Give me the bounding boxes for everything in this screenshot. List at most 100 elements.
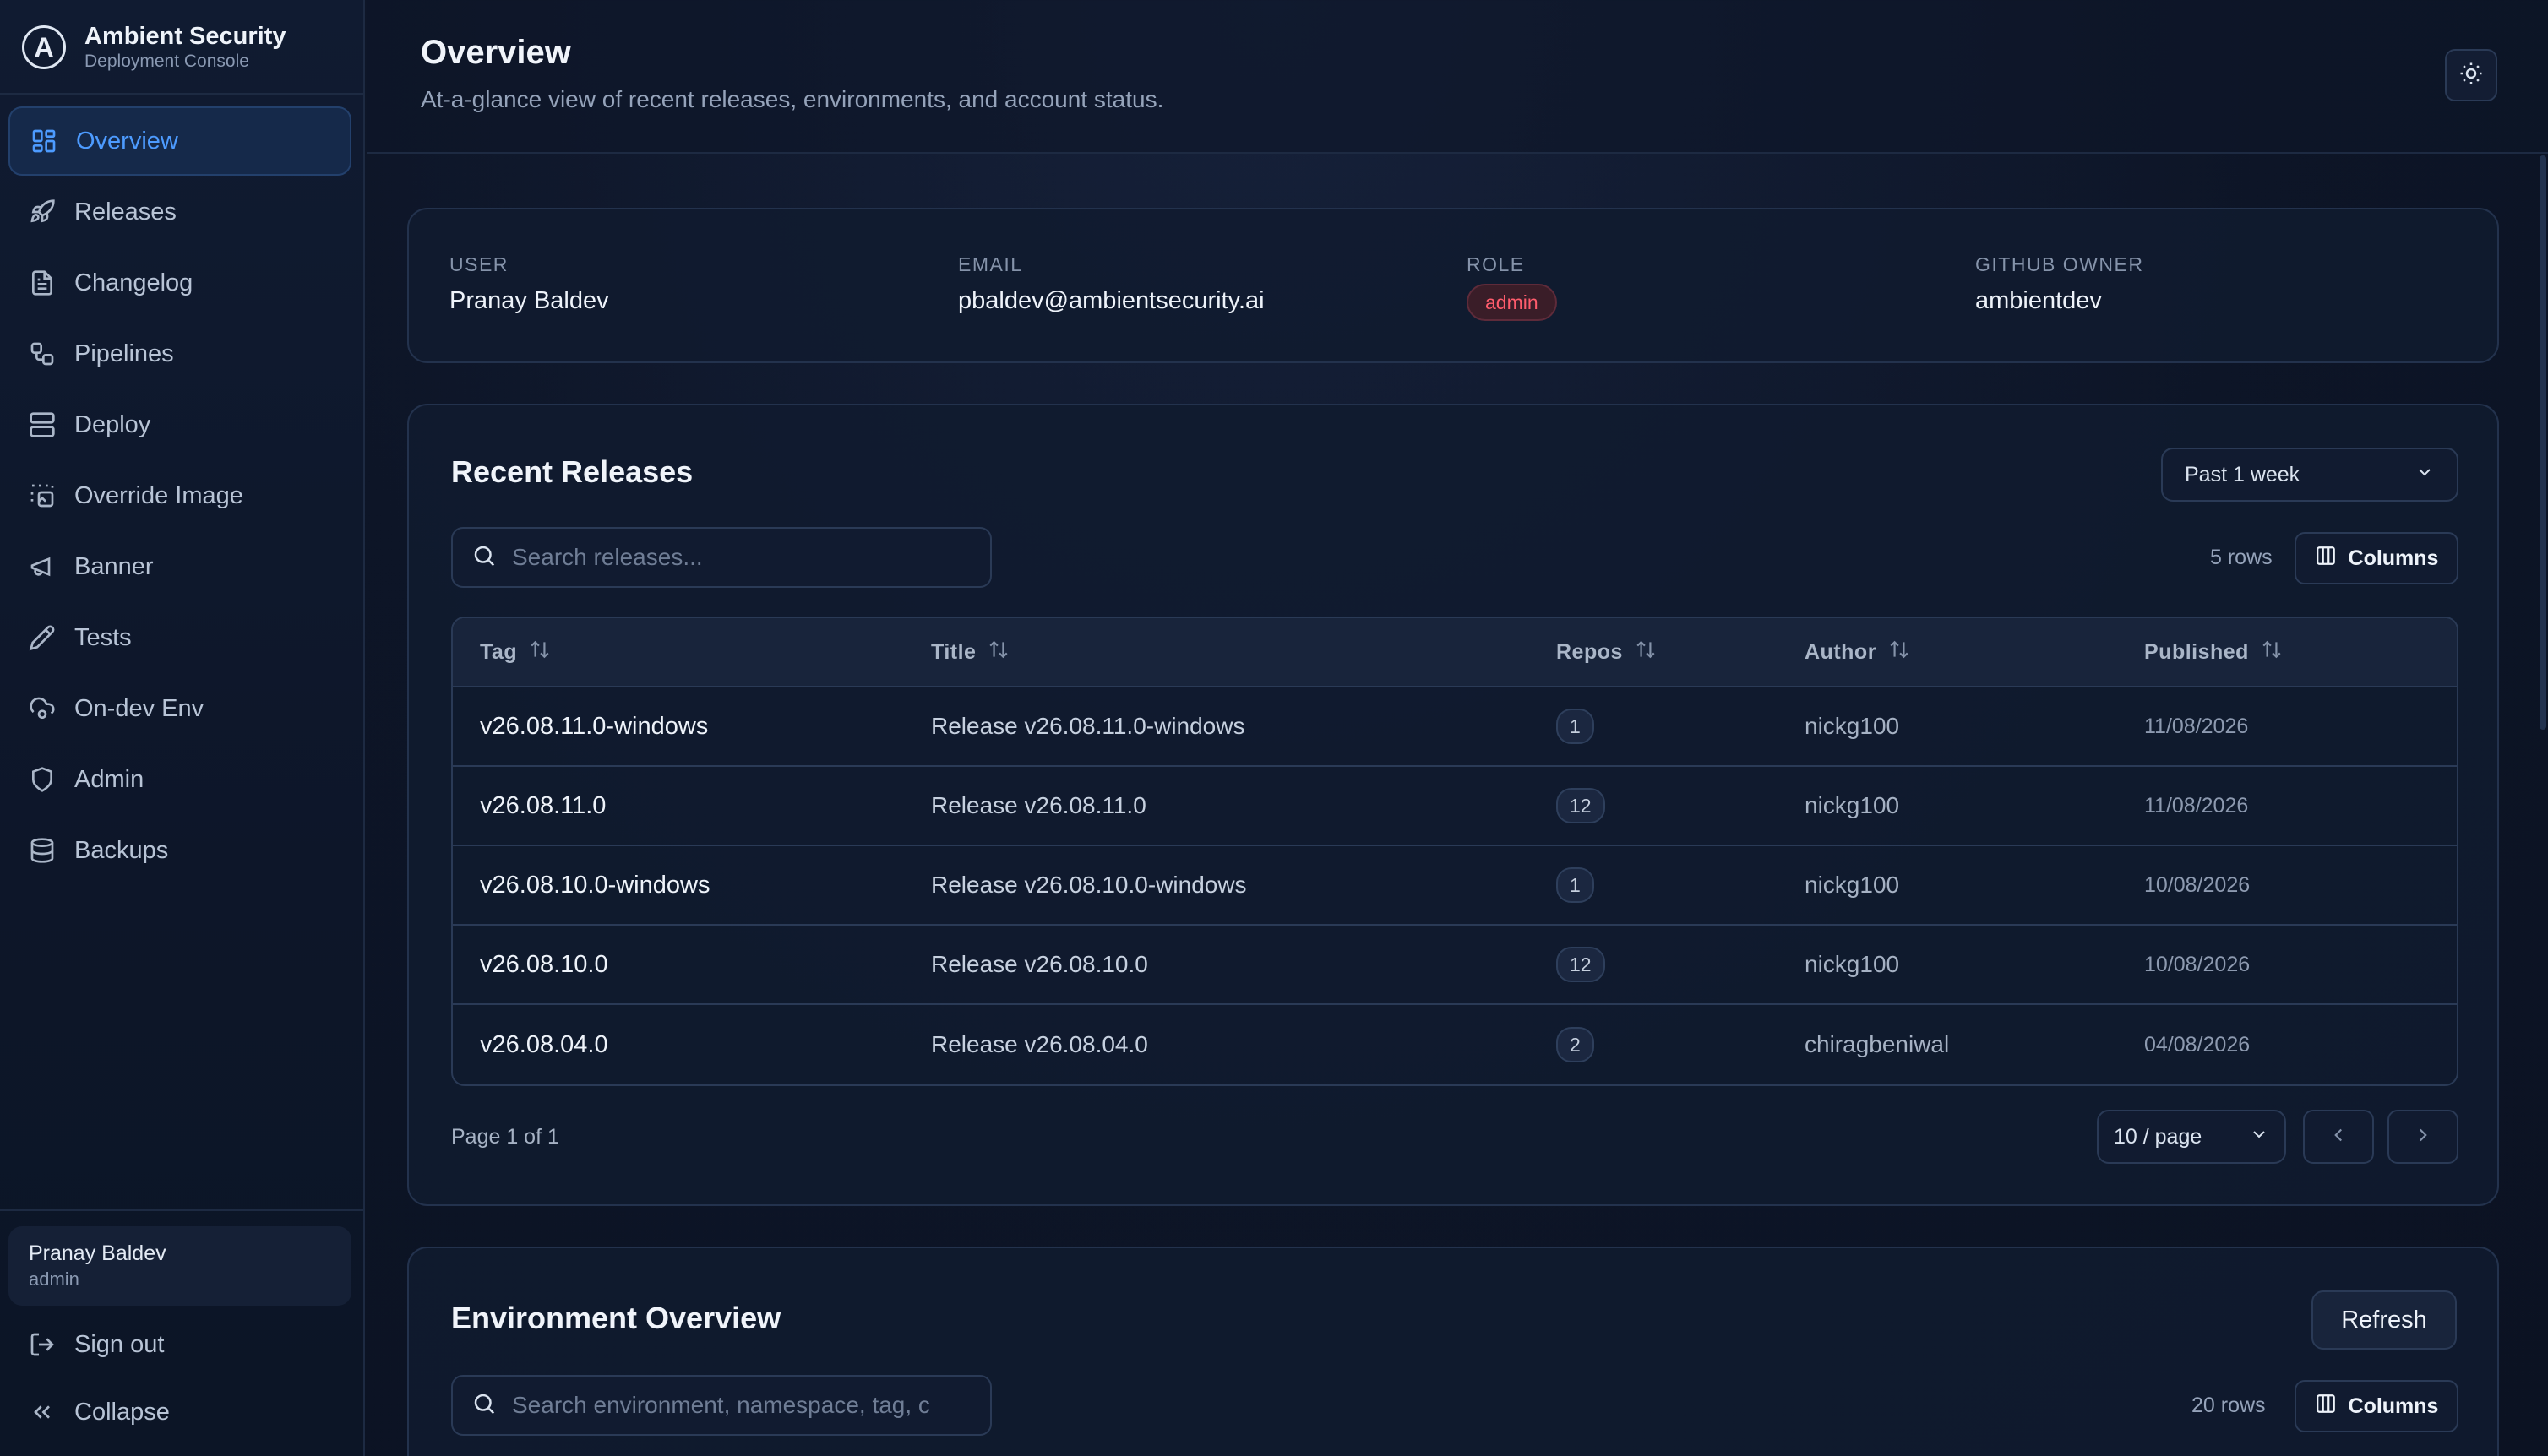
table-row[interactable]: v26.08.10.0 Release v26.08.10.0 12 nickg… [453,926,2457,1005]
environment-search-input[interactable] [512,1392,951,1419]
environment-overview-card: Environment Overview Refresh 20 rows Col… [407,1247,2499,1456]
releases-title: Recent Releases [451,454,694,489]
log-out-icon [27,1329,57,1360]
next-page-button[interactable] [2387,1110,2458,1164]
sidebar-item-banner[interactable]: Banner [8,532,351,601]
column-header-label: Repos [1556,639,1623,664]
sort-icon [1623,638,1657,666]
table-row[interactable]: v26.08.04.0 Release v26.08.04.0 2 chirag… [453,1005,2457,1084]
sidebar-item-label: On-dev Env [74,694,204,722]
release-tag[interactable]: v26.08.04.0 [453,1031,931,1059]
refresh-button[interactable]: Refresh [2311,1290,2457,1350]
sidebar-item-label: Override Image [74,481,243,509]
sidebar-item-label: Overview [76,127,178,155]
brand-subtitle: Deployment Console [84,52,249,71]
releases-row-count: 5 rows [2210,546,2273,569]
email-field: EMAIL pbaldev@ambientsecurity.ai [958,252,1265,318]
user-label: USER [449,253,509,275]
column-header-title[interactable]: Title [931,638,1556,666]
repos-badge: 12 [1556,947,1605,982]
previous-page-button[interactable] [2303,1110,2374,1164]
time-range-value: Past 1 week [2185,462,2300,486]
release-title: Release v26.08.10.0 [931,951,1148,977]
environment-columns-button[interactable]: Columns [2295,1380,2458,1432]
table-row[interactable]: v26.08.11.0-windows Release v26.08.11.0-… [453,687,2457,767]
column-header-published[interactable]: Published [2144,638,2457,666]
column-header-author[interactable]: Author [1805,638,2144,666]
sidebar-item-releases[interactable]: Releases [8,177,351,247]
grid-icon [29,126,59,156]
per-page-value: 10 / page [2114,1124,2202,1149]
column-header-label: Title [931,639,977,664]
column-header-tag[interactable]: Tag [453,638,931,666]
release-tag[interactable]: v26.08.11.0-windows [453,713,931,741]
account-info-card: USER Pranay Baldev EMAIL pbaldev@ambient… [407,208,2499,363]
release-tag[interactable]: v26.08.11.0 [453,792,931,820]
user-value: Pranay Baldev [449,287,609,314]
sign-out-button[interactable]: Sign out [27,1319,164,1370]
column-header-repos[interactable]: Repos [1556,638,1805,666]
github-owner-field: GITHUB OWNER ambientdev [1975,252,2143,318]
chevron-down-icon [2415,462,2435,488]
release-tag[interactable]: v26.08.10.0 [453,951,931,979]
time-range-select[interactable]: Past 1 week [2161,448,2458,502]
release-author: chiragbeniwal [1805,1031,1950,1057]
sidebar-item-deploy[interactable]: Deploy [8,390,351,459]
environment-search[interactable] [451,1375,992,1436]
columns-icon [2315,1393,2349,1421]
sidebar: A Ambient Security Deployment Console Ov… [0,0,365,1456]
release-published: 10/08/2026 [2144,872,2251,897]
table-row[interactable]: v26.08.10.0-windows Release v26.08.10.0-… [453,846,2457,926]
page-title: Overview [421,34,571,71]
sidebar-item-changelog[interactable]: Changelog [8,248,351,318]
shield-icon [27,764,57,795]
pencil-icon [27,622,57,653]
megaphone-icon [27,551,57,582]
role-badge: admin [1467,284,1557,321]
sidebar-nav: Overview Releases Changelog Pipelines De… [8,106,351,887]
column-header-label: Tag [480,639,518,664]
page-subtitle: At-a-glance view of recent releases, env… [421,86,1164,112]
scrollbar[interactable] [2538,154,2548,730]
releases-search[interactable] [451,527,992,588]
release-author: nickg100 [1805,872,1900,898]
per-page-select[interactable]: 10 / page [2097,1110,2286,1164]
table-header: Tag Title Repos Author Published [453,618,2457,687]
role-field: ROLE admin [1467,252,1557,321]
sidebar-item-backups[interactable]: Backups [8,816,351,885]
user-name: Pranay Baldev [29,1241,166,1265]
release-author: nickg100 [1805,792,1900,818]
brand[interactable]: A Ambient Security Deployment Console [22,20,286,74]
search-icon [471,543,497,573]
sidebar-item-on-dev-env[interactable]: On-dev Env [8,674,351,743]
theme-toggle-button[interactable] [2445,49,2497,101]
file-text-icon [27,268,57,298]
scrollbar-thumb[interactable] [2540,155,2546,730]
sign-out-label: Sign out [74,1330,165,1358]
release-author: nickg100 [1805,951,1900,977]
environment-title: Environment Overview [451,1301,781,1335]
user-card[interactable]: Pranay Baldev admin [8,1226,351,1306]
release-published: 11/08/2026 [2144,714,2249,738]
sidebar-item-admin[interactable]: Admin [8,745,351,814]
sidebar-item-override-image[interactable]: Override Image [8,461,351,530]
database-icon [27,835,57,866]
email-label: EMAIL [958,253,1023,275]
sidebar-item-overview[interactable]: Overview [8,106,351,176]
collapse-button[interactable]: Collapse [27,1387,170,1437]
table-row[interactable]: v26.08.11.0 Release v26.08.11.0 12 nickg… [453,767,2457,846]
releases-search-input[interactable] [512,544,951,571]
page-header: Overview At-a-glance view of recent rele… [367,0,2548,154]
repos-badge: 12 [1556,788,1605,823]
release-tag[interactable]: v26.08.10.0-windows [453,872,931,899]
divider [0,1209,365,1211]
workflow-icon [27,339,57,369]
sidebar-item-tests[interactable]: Tests [8,603,351,672]
page-indicator: Page 1 of 1 [451,1125,559,1149]
releases-columns-button[interactable]: Columns [2295,532,2458,584]
brand-name: Ambient Security [84,23,286,50]
sidebar-item-label: Banner [74,552,154,580]
column-header-label: Published [2144,639,2249,664]
columns-label: Columns [2348,546,2439,570]
sidebar-item-pipelines[interactable]: Pipelines [8,319,351,388]
